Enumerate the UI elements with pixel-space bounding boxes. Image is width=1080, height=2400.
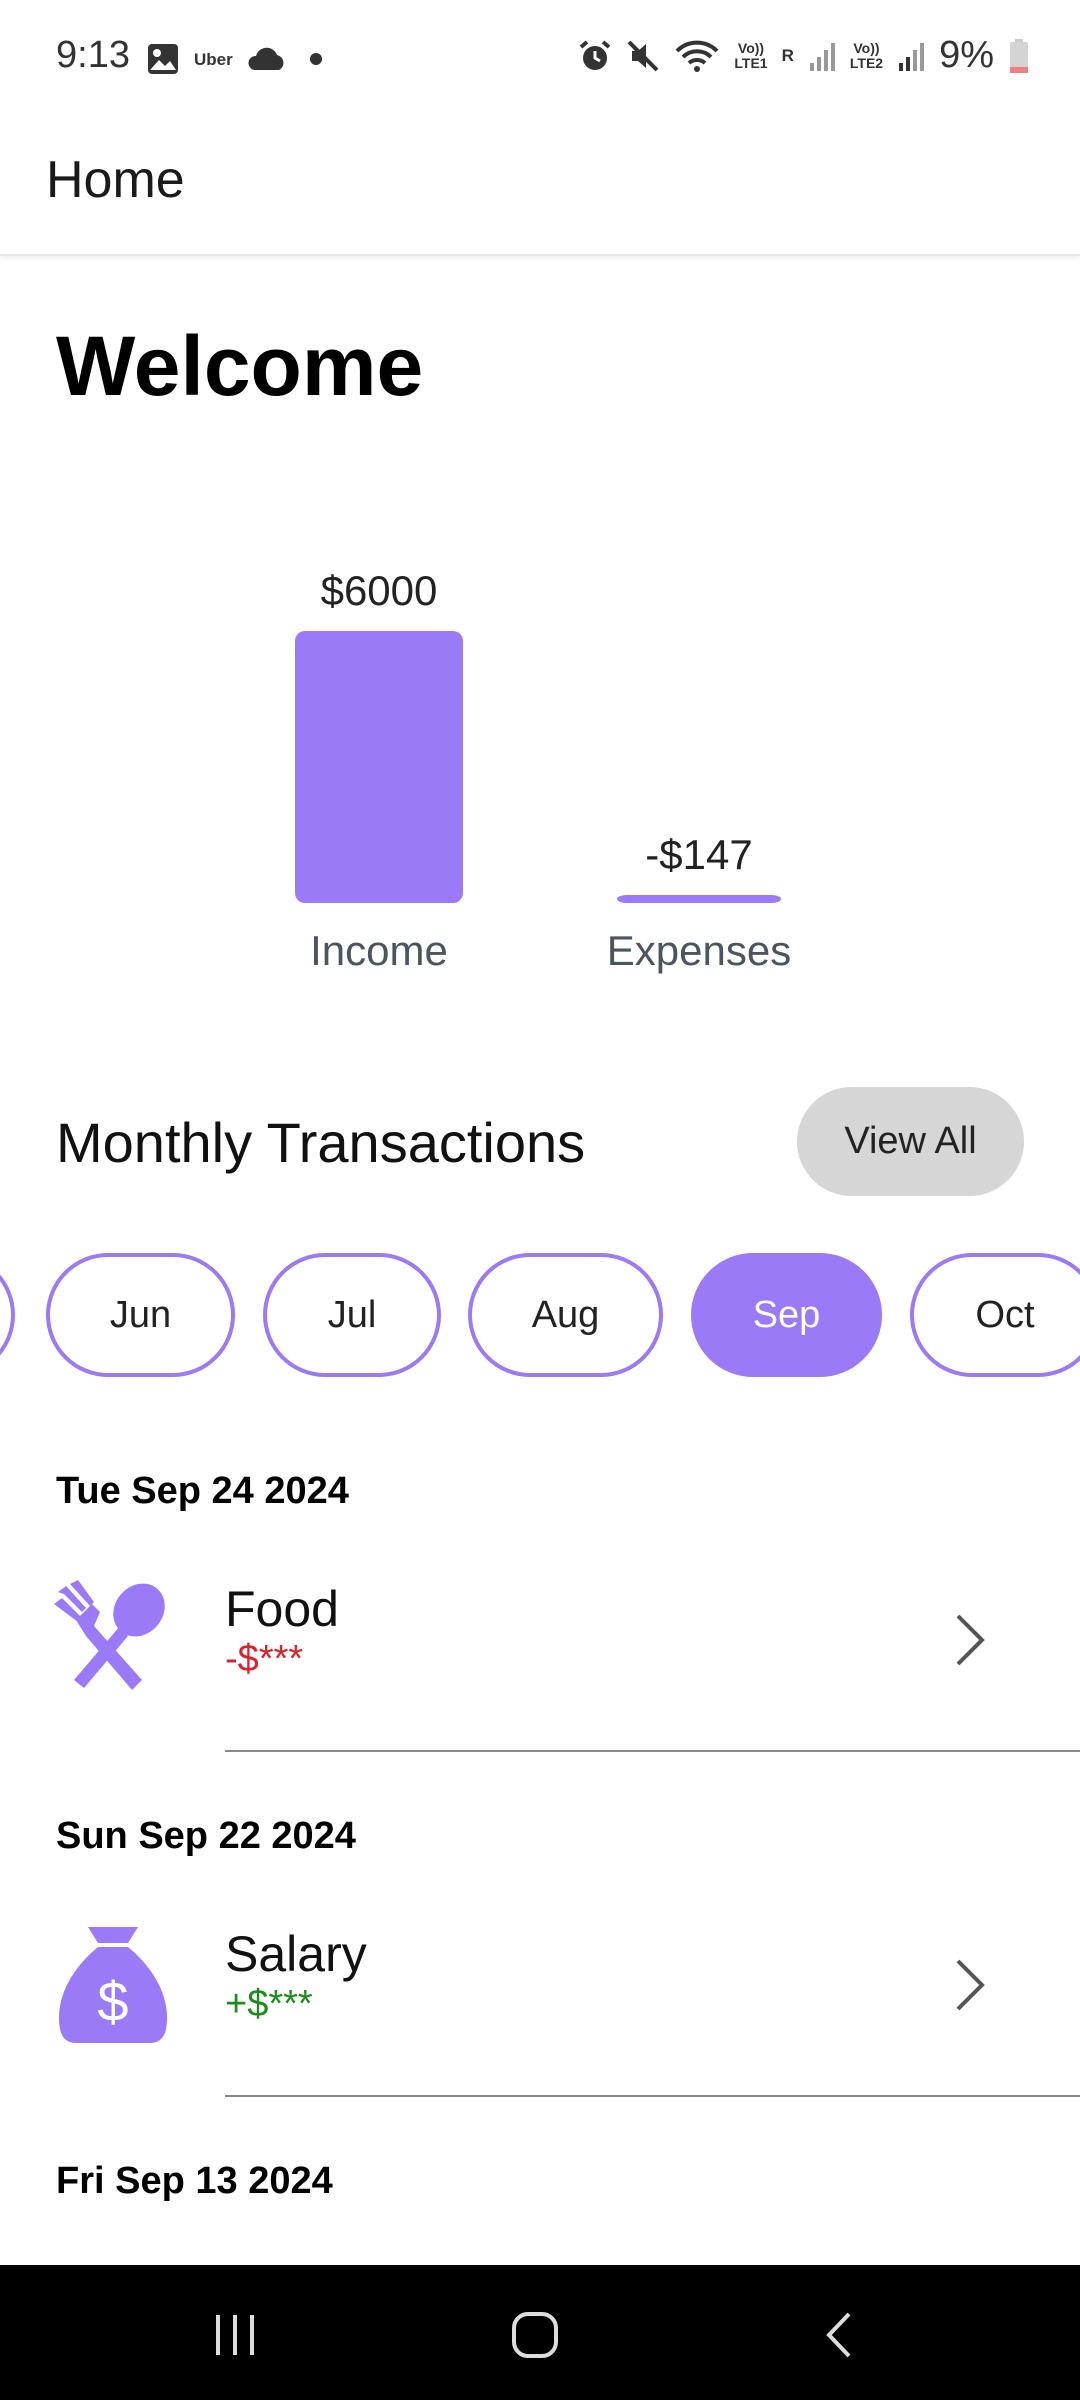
cloud-icon	[248, 47, 284, 70]
month-pill-sep[interactable]: Sep	[691, 1253, 882, 1377]
back-icon	[826, 2312, 851, 2358]
svg-text:$: $	[97, 1970, 128, 2033]
wifi-icon	[675, 40, 719, 72]
welcome-heading: Welcome	[56, 319, 424, 413]
bar-expenses	[617, 895, 781, 903]
lte1-indicator: Vo)) LTE1	[734, 39, 768, 71]
chevron-right-icon[interactable]	[950, 1610, 990, 1670]
notification-icons: Uber	[146, 42, 331, 76]
status-bar: 9:13 Uber Vo)) LTE1 R Vo)) LTE2 9%	[0, 0, 1080, 110]
gallery-icon	[148, 44, 178, 74]
lte2-indicator: Vo)) LTE2	[849, 39, 884, 71]
recent-apps-icon	[216, 2315, 254, 2355]
divider	[225, 2095, 1080, 2097]
fork-spoon-icon	[54, 1580, 165, 1690]
chart-svg: $6000 Income -$147 Expenses	[295, 567, 791, 974]
month-pill-aug[interactable]: Aug	[468, 1253, 663, 1377]
transaction-row-food[interactable]: Food -$***	[0, 1570, 1080, 1720]
date-header: Sun Sep 22 2024	[56, 1815, 356, 1857]
category-label-expenses: Expenses	[607, 927, 791, 974]
page-title: Home	[46, 151, 185, 209]
home-icon	[512, 2312, 558, 2358]
transaction-amount: +$***	[225, 1983, 313, 2025]
transaction-row-salary[interactable]: $ Salary +$***	[0, 1915, 1080, 2065]
signal-icon	[899, 42, 925, 71]
app-bar: Home	[0, 110, 1080, 256]
signal-icon	[809, 42, 835, 71]
battery-percent: 9%	[939, 34, 994, 76]
month-selector[interactable]: Jun Jul Aug Sep Oct	[0, 1253, 1080, 1377]
month-pill-prev[interactable]	[0, 1253, 15, 1377]
data-label-expenses: -$147	[645, 831, 752, 878]
data-label-income: $6000	[321, 567, 438, 614]
monthly-transactions-title: Monthly Transactions	[56, 1111, 586, 1174]
income-expense-chart: $6000 Income -$147 Expenses	[0, 540, 1080, 1000]
uber-label: Uber	[194, 49, 233, 69]
system-icons: Vo)) LTE1 R Vo)) LTE2 9%	[578, 34, 1030, 77]
divider	[225, 1750, 1080, 1752]
chevron-right-icon[interactable]	[950, 1955, 990, 2015]
month-pill-jun[interactable]: Jun	[46, 1253, 235, 1377]
status-time: 9:13	[56, 34, 130, 76]
transaction-name: Food	[225, 1581, 339, 1637]
mute-icon	[627, 40, 659, 71]
date-header: Tue Sep 24 2024	[56, 1470, 349, 1512]
view-all-button[interactable]: View All	[797, 1087, 1024, 1196]
roaming-indicator: R	[781, 46, 794, 65]
money-bag-icon: $	[58, 1927, 168, 2043]
bar-income	[295, 631, 463, 903]
transaction-amount: -$***	[225, 1638, 304, 1680]
month-pill-oct[interactable]: Oct	[910, 1253, 1080, 1377]
system-nav-bar	[0, 2265, 1080, 2400]
home-button[interactable]	[490, 2295, 580, 2375]
dot-icon	[309, 53, 322, 65]
battery-icon	[1010, 38, 1028, 73]
month-pill-jul[interactable]: Jul	[263, 1253, 441, 1377]
date-header: Fri Sep 13 2024	[56, 2160, 333, 2202]
back-button[interactable]	[795, 2295, 885, 2375]
transaction-name: Salary	[225, 1926, 367, 1982]
alarm-icon	[580, 39, 611, 70]
category-label-income: Income	[310, 927, 448, 974]
recent-apps-button[interactable]	[190, 2295, 280, 2375]
